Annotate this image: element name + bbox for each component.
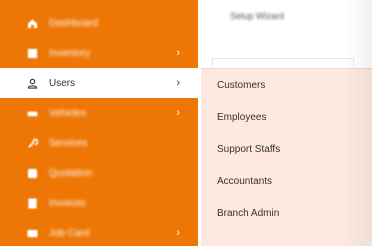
sidebar-item-inventory[interactable]: Inventory › bbox=[0, 38, 198, 68]
card-icon bbox=[26, 227, 38, 239]
sidebar-item-users[interactable]: Users › bbox=[0, 68, 198, 98]
car-icon bbox=[26, 107, 38, 119]
submenu-item-support-staffs[interactable]: Support Staffs bbox=[217, 144, 280, 155]
chevron-right-icon: › bbox=[176, 47, 180, 59]
home-icon bbox=[26, 17, 38, 29]
sidebar-item-label: Job Card bbox=[49, 227, 90, 239]
invoice-icon bbox=[26, 197, 38, 209]
user-icon bbox=[26, 77, 38, 89]
sidebar-item-services[interactable]: Services bbox=[0, 128, 198, 158]
sidebar-item-label: Vehicles bbox=[49, 107, 87, 119]
sidebar-item-label: Invoices bbox=[49, 197, 86, 209]
sidebar: Dashboard Inventory › Users › Vehicles ›… bbox=[0, 0, 198, 246]
submenu-item-accountants[interactable]: Accountants bbox=[217, 176, 272, 187]
submenu-item-employees[interactable]: Employees bbox=[217, 112, 266, 123]
sidebar-item-job-card[interactable]: Job Card › bbox=[0, 218, 198, 246]
submenu-item-customers[interactable]: Customers bbox=[217, 80, 265, 91]
sidebar-item-quotation[interactable]: Quotation bbox=[0, 158, 198, 188]
quote-icon bbox=[26, 167, 38, 179]
edge-shadow bbox=[344, 0, 372, 246]
sidebar-item-vehicles[interactable]: Vehicles › bbox=[0, 98, 198, 128]
sidebar-item-dashboard[interactable]: Dashboard bbox=[0, 8, 198, 38]
grid-icon bbox=[26, 47, 38, 59]
page-title: Setup Wizard bbox=[230, 11, 285, 21]
wrench-icon bbox=[26, 137, 38, 149]
submenu-item-branch-admin[interactable]: Branch Admin bbox=[217, 208, 279, 219]
chevron-right-icon: › bbox=[176, 107, 180, 119]
sidebar-item-invoices[interactable]: Invoices bbox=[0, 188, 198, 218]
app-frame: Dashboard Inventory › Users › Vehicles ›… bbox=[0, 0, 372, 246]
sidebar-item-label: Users bbox=[49, 77, 76, 89]
sidebar-item-label: Dashboard bbox=[49, 17, 98, 29]
sidebar-item-label: Services bbox=[49, 137, 88, 149]
sidebar-item-label: Inventory bbox=[49, 47, 91, 59]
chevron-right-icon: › bbox=[176, 227, 180, 239]
sidebar-item-label: Quotation bbox=[49, 167, 93, 179]
chevron-right-icon: › bbox=[176, 77, 180, 89]
